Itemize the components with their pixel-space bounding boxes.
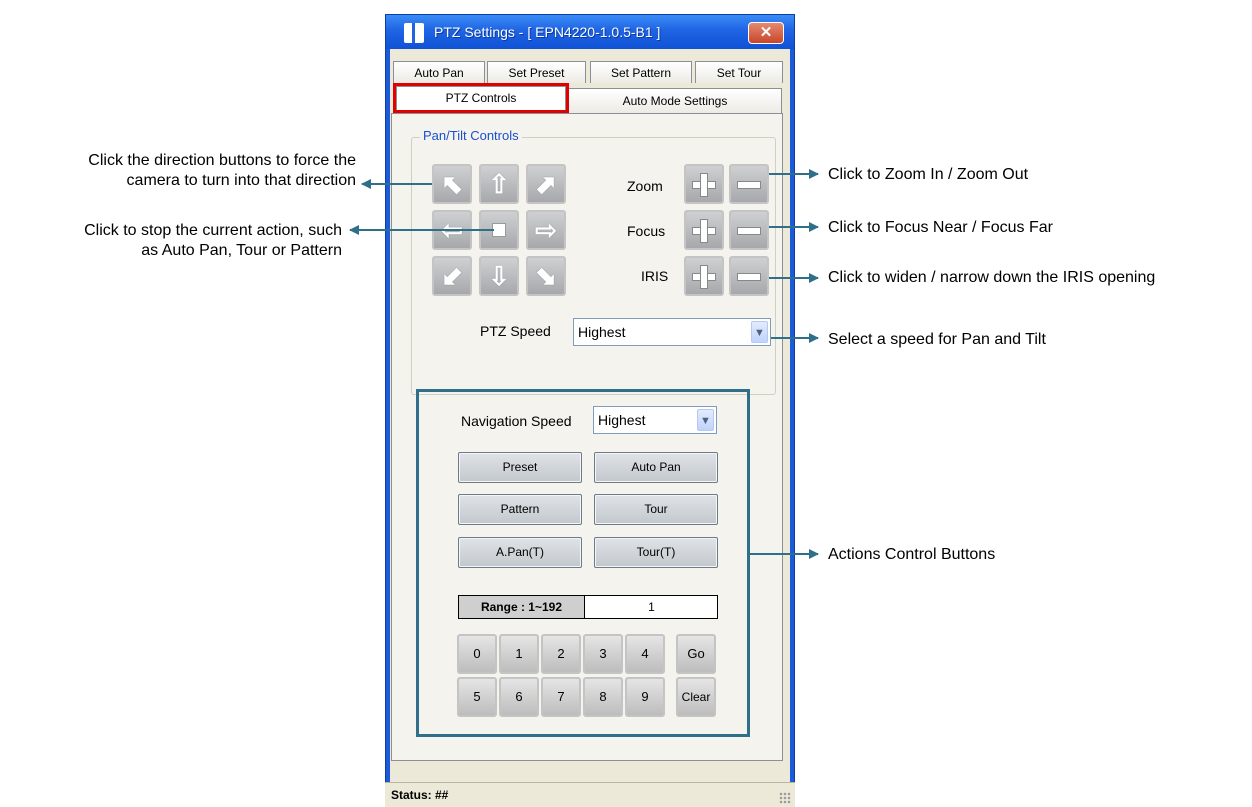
window-title: PTZ Settings - [ EPN4220-1.0.5-B1 ] [434, 24, 661, 40]
app-icon [404, 23, 424, 43]
focus-far-button[interactable] [729, 210, 769, 250]
annotation-direction: Click the direction buttons to force the… [6, 151, 356, 191]
go-button[interactable]: Go [676, 634, 716, 674]
arrow-up-icon: ⇧ [488, 169, 510, 199]
arrow-left-icon: ⇦ [441, 215, 463, 245]
tab-auto-pan[interactable]: Auto Pan [393, 61, 485, 83]
keypad-0-button[interactable]: 0 [457, 634, 497, 674]
minus-icon [737, 181, 761, 189]
auto-pan-timed-button[interactable]: A.Pan(T) [458, 537, 582, 568]
navigation-speed-select[interactable]: Highest ▼ [593, 406, 717, 434]
focus-label: Focus [627, 223, 666, 239]
title-bar[interactable]: PTZ Settings - [ EPN4220-1.0.5-B1 ] ✕ [386, 15, 794, 49]
pan-down-left-button[interactable]: ⬋ [432, 256, 472, 296]
keypad-9-button[interactable]: 9 [625, 677, 665, 717]
annotation-stop-line1: Click to stop the current action, such [84, 222, 342, 239]
arrow-up-left-icon: ⬉ [441, 169, 463, 199]
navigation-speed-label: Navigation Speed [461, 413, 572, 429]
ptz-controls-highlight [393, 83, 569, 113]
tilt-down-button[interactable]: ⇩ [479, 256, 519, 296]
arrow-down-icon: ⇩ [488, 261, 510, 291]
pan-up-right-button[interactable]: ⬈ [526, 164, 566, 204]
annotation-stop: Click to stop the current action, such a… [6, 221, 342, 261]
annotation-zoom: Click to Zoom In / Zoom Out [828, 166, 1029, 183]
tab-auto-mode-settings[interactable]: Auto Mode Settings [568, 88, 782, 113]
annotation-speed: Select a speed for Pan and Tilt [828, 331, 1046, 348]
annotation-direction-line1: Click the direction buttons to force the [88, 152, 356, 169]
keypad-8-button[interactable]: 8 [583, 677, 623, 717]
keypad-7-button[interactable]: 7 [541, 677, 581, 717]
iris-label: IRIS [641, 268, 669, 284]
clear-button[interactable]: Clear [676, 677, 716, 717]
arrow-right-icon: ⇨ [535, 215, 557, 245]
iris-close-button[interactable] [729, 256, 769, 296]
arrow-down-left-icon: ⬋ [441, 261, 463, 291]
tour-timed-button[interactable]: Tour(T) [594, 537, 718, 568]
arrow-up-right-icon: ⬈ [535, 169, 557, 199]
tab-set-tour[interactable]: Set Tour [695, 61, 783, 83]
annotation-focus: Click to Focus Near / Focus Far [828, 219, 1053, 236]
range-field: Range : 1~192 1 [458, 595, 718, 619]
navigation-speed-value: Highest [598, 412, 646, 428]
keypad-4-button[interactable]: 4 [625, 634, 665, 674]
stop-icon [492, 223, 506, 237]
auto-pan-button[interactable]: Auto Pan [594, 452, 718, 483]
resize-grip-icon[interactable] [779, 792, 791, 804]
pan-right-button[interactable]: ⇨ [526, 210, 566, 250]
arrow-down-right-icon: ⬊ [535, 261, 557, 291]
keypad-1-button[interactable]: 1 [499, 634, 539, 674]
iris-open-button[interactable] [684, 256, 724, 296]
pan-down-right-button[interactable]: ⬊ [526, 256, 566, 296]
ptz-speed-value: Highest [578, 324, 626, 340]
chevron-down-icon[interactable]: ▼ [697, 409, 714, 431]
tab-set-pattern[interactable]: Set Pattern [590, 61, 692, 83]
pattern-button[interactable]: Pattern [458, 494, 582, 525]
focus-near-button[interactable] [684, 210, 724, 250]
minus-icon [737, 227, 761, 235]
annotation-iris: Click to widen / narrow down the IRIS op… [828, 269, 1156, 286]
annotation-actions: Actions Control Buttons [828, 546, 996, 563]
tab-set-preset[interactable]: Set Preset [487, 61, 586, 83]
keypad-6-button[interactable]: 6 [499, 677, 539, 717]
pan-left-button[interactable]: ⇦ [432, 210, 472, 250]
range-label: Range : 1~192 [459, 596, 585, 618]
status-text: Status: ## [391, 788, 449, 802]
keypad-2-button[interactable]: 2 [541, 634, 581, 674]
preset-button[interactable]: Preset [458, 452, 582, 483]
tour-button[interactable]: Tour [594, 494, 718, 525]
ptz-speed-label: PTZ Speed [480, 323, 551, 339]
status-bar: Status: ## [385, 782, 795, 807]
pan-tilt-group-label: Pan/Tilt Controls [420, 128, 522, 143]
zoom-in-button[interactable] [684, 164, 724, 204]
stop-button[interactable] [479, 210, 519, 250]
range-value-input[interactable]: 1 [586, 596, 717, 618]
keypad-3-button[interactable]: 3 [583, 634, 623, 674]
annotation-stop-line2: as Auto Pan, Tour or Pattern [141, 242, 342, 259]
tilt-up-button[interactable]: ⇧ [479, 164, 519, 204]
annotation-direction-line2: camera to turn into that direction [126, 172, 356, 189]
keypad-5-button[interactable]: 5 [457, 677, 497, 717]
minus-icon [737, 273, 761, 281]
zoom-label: Zoom [627, 178, 663, 194]
zoom-out-button[interactable] [729, 164, 769, 204]
pan-up-left-button[interactable]: ⬉ [432, 164, 472, 204]
close-button[interactable]: ✕ [748, 22, 784, 44]
ptz-speed-select[interactable]: Highest ▼ [573, 318, 771, 346]
chevron-down-icon[interactable]: ▼ [751, 321, 768, 343]
